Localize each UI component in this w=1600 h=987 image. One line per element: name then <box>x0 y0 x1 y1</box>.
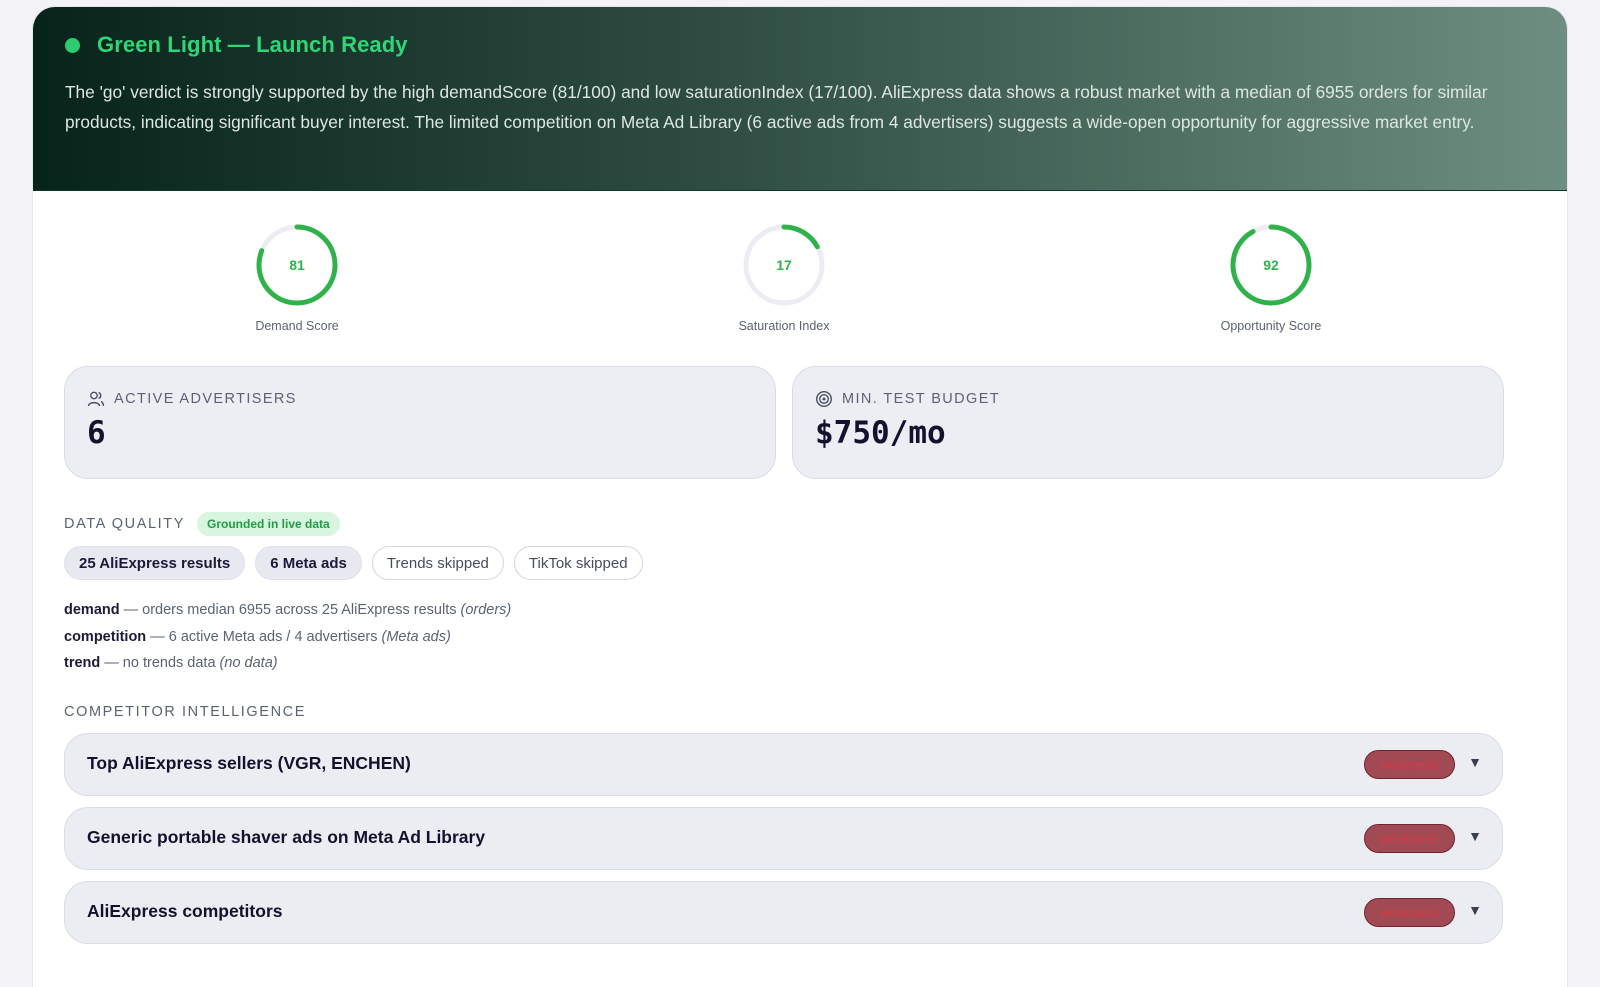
chip-aliexpress-results: 25 AliExpress results <box>64 546 246 580</box>
chip-meta-ads: 6 Meta ads <box>255 546 362 580</box>
signal-source: (orders) <box>460 602 512 618</box>
signal-text: — 6 active Meta ads / 4 advertisers <box>146 628 382 645</box>
gauge-label: Opportunity Score <box>1220 319 1322 333</box>
chevron-down-icon[interactable]: ▼ <box>1468 902 1482 918</box>
gauge-ring-icon: 81 <box>256 224 338 306</box>
signal-source: (no data) <box>219 655 278 671</box>
verdict-banner: Green Light — Launch Ready The 'go' verd… <box>33 7 1567 191</box>
target-icon <box>815 390 833 408</box>
stat-value: $750/mo <box>815 415 946 451</box>
gauge-demand-score: 81 Demand Score <box>212 223 382 333</box>
signal-row-trend: trend — no trends data (no data) <box>64 650 511 677</box>
gauge-opportunity-score: 92 Opportunity Score <box>1186 223 1356 333</box>
signal-source: (Meta ads) <box>381 628 451 645</box>
analysis-card: Green Light — Launch Ready The 'go' verd… <box>33 7 1567 987</box>
signal-key: demand <box>64 602 120 618</box>
competitor-title: Top AliExpress sellers (VGR, ENCHEN) <box>87 753 411 773</box>
signal-text: — no trends data <box>100 655 220 671</box>
stat-label: MIN. TEST BUDGET <box>842 391 1001 407</box>
weakness-tag: weakness <box>1364 898 1455 927</box>
stat-header: MIN. TEST BUDGET <box>815 390 1000 408</box>
stat-header: ACTIVE ADVERTISERS <box>87 390 297 408</box>
chip-tiktok-skipped: TikTok skipped <box>513 546 643 580</box>
competitor-title: AliExpress competitors <box>87 901 283 921</box>
competitor-title: Generic portable shaver ads on Meta Ad L… <box>87 827 486 847</box>
gauge-value: 81 <box>289 257 305 273</box>
status-dot-icon <box>65 37 80 53</box>
competitor-accordion-item[interactable]: Generic portable shaver ads on Meta Ad L… <box>64 807 1503 870</box>
chevron-down-icon[interactable]: ▼ <box>1468 828 1482 844</box>
verdict-title-row: Green Light — Launch Ready <box>65 32 408 58</box>
competitor-accordion-item[interactable]: Top AliExpress sellers (VGR, ENCHEN) wea… <box>64 733 1503 796</box>
grounded-badge: Grounded in live data <box>197 512 340 536</box>
chip-trends-skipped: Trends skipped <box>371 546 504 580</box>
data-quality-label: DATA QUALITY <box>64 516 185 532</box>
verdict-summary: The 'go' verdict is strongly supported b… <box>65 82 1488 132</box>
users-icon <box>87 391 105 407</box>
signal-row-competition: competition — 6 active Meta ads / 4 adve… <box>64 624 511 651</box>
competitor-accordion-item[interactable]: AliExpress competitors weakness ▼ <box>64 881 1503 944</box>
signal-key: trend <box>64 655 101 671</box>
gauge-ring-icon: 92 <box>1230 224 1312 306</box>
verdict-title: Green Light — Launch Ready <box>97 32 408 57</box>
data-quality-header: DATA QUALITY Grounded in live data <box>64 512 340 536</box>
weakness-tag: weakness <box>1364 824 1455 853</box>
stat-card-min-test-budget: MIN. TEST BUDGET $750/mo <box>792 366 1504 479</box>
gauge-saturation-index: 17 Saturation Index <box>699 223 869 333</box>
chevron-down-icon[interactable]: ▼ <box>1468 754 1482 770</box>
gauge-ring-icon: 17 <box>743 224 825 306</box>
gauge-label: Saturation Index <box>738 319 830 333</box>
gauge-label: Demand Score <box>255 319 339 333</box>
signal-text: — orders median 6955 across 25 AliExpres… <box>119 602 461 618</box>
data-source-chips: 25 AliExpress results 6 Meta ads Trends … <box>64 546 653 580</box>
gauge-value: 92 <box>1263 257 1279 273</box>
signal-list: demand — orders median 6955 across 25 Al… <box>64 597 511 677</box>
stat-label: ACTIVE ADVERTISERS <box>114 391 297 407</box>
stat-value: 6 <box>87 415 106 451</box>
gauge-value: 17 <box>776 257 792 273</box>
weakness-tag: weakness <box>1364 750 1455 779</box>
signal-key: competition <box>64 628 147 645</box>
signal-row-demand: demand — orders median 6955 across 25 Al… <box>64 597 511 624</box>
competitor-intelligence-label: COMPETITOR INTELLIGENCE <box>64 704 306 720</box>
stat-card-active-advertisers: ACTIVE ADVERTISERS 6 <box>64 366 776 479</box>
